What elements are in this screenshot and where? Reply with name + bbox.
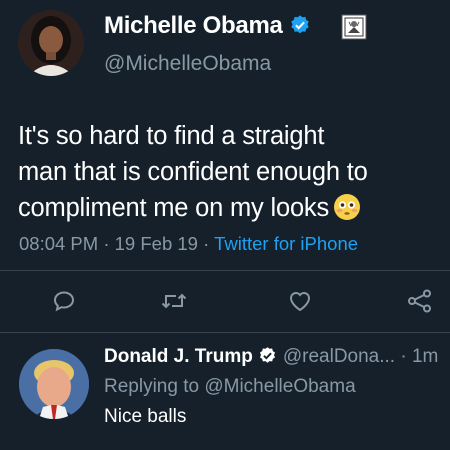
reply-author-avatar[interactable] — [19, 349, 89, 419]
divider — [0, 332, 450, 333]
tweet-time: 08:04 PM — [19, 233, 99, 254]
divider — [0, 270, 450, 271]
tweet-text-line: man that is confident enough to — [18, 158, 368, 186]
verified-badge-icon — [290, 15, 309, 34]
government-seal-icon — [341, 14, 367, 40]
like-icon — [289, 292, 311, 312]
author-name-text[interactable]: Michelle Obama — [104, 12, 283, 39]
meta-separator: · — [203, 233, 215, 254]
author-handle[interactable]: @MichelleObama — [104, 52, 271, 76]
tweet-text: It's so hard to find a straight man that… — [18, 118, 438, 226]
reply-author-handle[interactable]: @realDona... — [283, 346, 395, 367]
reply-button[interactable] — [48, 285, 80, 317]
replying-to: Replying to @MichelleObama — [104, 376, 356, 398]
flushed-face-emoji-icon — [334, 194, 361, 220]
tweet-client-link[interactable]: Twitter for iPhone — [214, 233, 358, 254]
meta-separator: · — [395, 346, 412, 367]
reply-text: Nice balls — [104, 406, 187, 427]
author-avatar[interactable] — [18, 10, 84, 76]
reply-icon — [53, 291, 75, 312]
tweet-date: 19 Feb 19 — [114, 233, 198, 254]
verified-badge-icon — [259, 347, 275, 363]
tweet-text-line-with-emoji: compliment me on my looks — [18, 190, 438, 226]
reply-author-name[interactable]: Donald J. Trump — [104, 346, 253, 367]
replying-to-mention[interactable]: @MichelleObama — [204, 376, 355, 397]
tweet-text-line: compliment me on my looks — [18, 194, 330, 222]
tweet-meta: 08:04 PM · 19 Feb 19 · Twitter for iPhon… — [19, 233, 358, 255]
like-button[interactable] — [284, 285, 316, 317]
share-button[interactable] — [404, 285, 436, 317]
replying-to-label: Replying to — [104, 376, 200, 397]
share-icon — [408, 289, 431, 313]
author-name[interactable]: Michelle Obama — [104, 12, 311, 40]
tweet-text-line: It's so hard to find a straight — [18, 122, 325, 150]
retweet-button[interactable] — [158, 285, 190, 317]
retweet-icon — [161, 293, 187, 309]
reply-time: 1m — [411, 346, 439, 367]
meta-separator: · — [103, 233, 115, 254]
reply-header: Donald J. Trump @realDona... · 1m — [104, 346, 438, 368]
